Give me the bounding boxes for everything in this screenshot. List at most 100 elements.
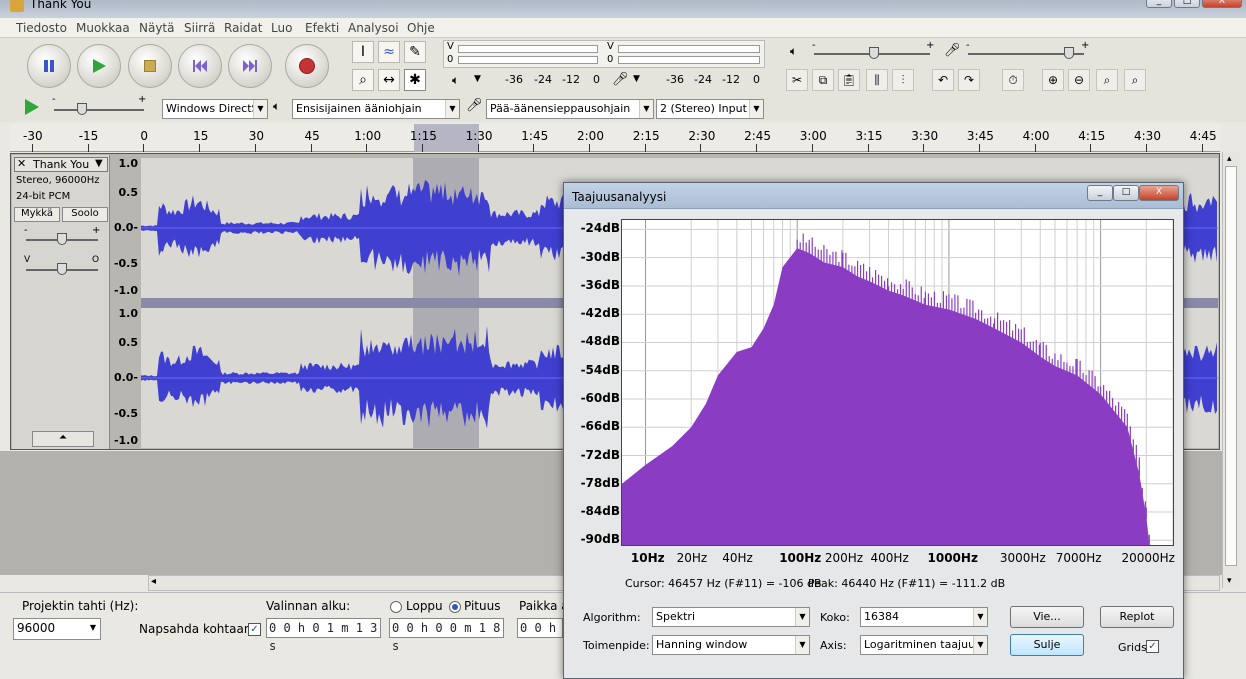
menu-analyze[interactable]: Analysoi bbox=[348, 21, 399, 35]
ruler-tick bbox=[1034, 144, 1036, 152]
length-radio[interactable] bbox=[449, 601, 461, 613]
end-radio[interactable] bbox=[390, 601, 402, 613]
mute-button[interactable]: Mykkä bbox=[14, 207, 60, 222]
zoom-in-button[interactable]: ⊕ bbox=[1042, 69, 1064, 91]
selection-tool[interactable]: I bbox=[352, 41, 374, 63]
input-volume-thumb[interactable] bbox=[1064, 47, 1074, 59]
algorithm-label: Algorithm: bbox=[583, 611, 641, 624]
speed-slider-thumb[interactable] bbox=[77, 103, 87, 115]
solo-button[interactable]: Soolo bbox=[62, 207, 108, 222]
envelope-tool[interactable]: ≈ bbox=[378, 41, 400, 63]
pan-slider-thumb[interactable] bbox=[57, 263, 67, 275]
audio-host-select[interactable]: Windows DirectSc ▼ bbox=[162, 99, 268, 119]
menu-view[interactable]: Näytä bbox=[139, 21, 175, 35]
sync-lock-button[interactable]: ⏱ bbox=[1002, 69, 1024, 91]
selection-start-time[interactable]: 0 0 h 0 1 m 1 3 s bbox=[266, 618, 381, 653]
menu-help[interactable]: Ohje bbox=[407, 21, 435, 35]
draw-tool[interactable]: ✎ bbox=[404, 41, 426, 63]
silence-button[interactable]: ⫶ bbox=[892, 69, 914, 91]
close-dialog-button[interactable]: Sulje bbox=[1010, 634, 1084, 656]
pause-button[interactable] bbox=[27, 44, 71, 88]
function-select[interactable]: Hanning window ▼ bbox=[652, 635, 810, 655]
timeshift-tool[interactable]: ↔ bbox=[378, 69, 400, 91]
fit-selection-icon: ⌕ bbox=[1103, 72, 1111, 87]
play-button[interactable] bbox=[77, 44, 121, 88]
vertical-scroll-thumb[interactable] bbox=[1225, 166, 1237, 566]
vertical-scrollbar[interactable]: ▴ ▾ bbox=[1222, 152, 1240, 588]
trim-button[interactable]: ⫼ bbox=[866, 69, 888, 91]
undo-button[interactable]: ↶ bbox=[932, 69, 954, 91]
output-volume-thumb[interactable] bbox=[869, 47, 879, 59]
maximize-button[interactable]: □ bbox=[1174, 0, 1200, 8]
minimize-button[interactable]: _ bbox=[1146, 0, 1172, 8]
track-close-button[interactable]: ✕ bbox=[17, 157, 26, 170]
multi-tool[interactable]: ✱ bbox=[404, 69, 426, 91]
fit-selection-button[interactable]: ⌕ bbox=[1096, 69, 1118, 91]
meter-menu-arrow[interactable]: ▼ bbox=[474, 74, 481, 84]
mic-icon[interactable]: 🎤︎ bbox=[612, 72, 629, 87]
x-tick-label: 10Hz bbox=[630, 551, 665, 565]
speed-slider-track[interactable] bbox=[54, 109, 144, 111]
play-at-speed-button[interactable] bbox=[24, 98, 40, 119]
scroll-down-arrow[interactable]: ▾ bbox=[1227, 576, 1232, 586]
speaker-icon[interactable]: 🔈︎ bbox=[452, 73, 459, 88]
paste-button[interactable]: 📋︎ bbox=[838, 69, 860, 91]
zoom-out-button[interactable]: ⊖ bbox=[1068, 69, 1090, 91]
stop-button[interactable] bbox=[128, 44, 172, 88]
meter-scale-0: 0 bbox=[593, 73, 600, 86]
spectrum-plot[interactable] bbox=[621, 219, 1174, 546]
scroll-left-arrow[interactable]: ◂ bbox=[151, 576, 156, 587]
collapse-arrow-icon: ⏶ bbox=[59, 432, 67, 443]
input-device-select[interactable]: Pää-äänensieppausohjain ▼ bbox=[486, 99, 654, 119]
audio-position-time[interactable]: 0 0 h bbox=[517, 618, 563, 638]
rec-meter-menu-arrow[interactable]: ▼ bbox=[633, 74, 640, 84]
scale-label: 0.5 bbox=[118, 336, 139, 349]
selection-length-time[interactable]: 0 0 h 0 0 m 1 8 s bbox=[389, 618, 504, 653]
menu-file[interactable]: Tiedosto bbox=[16, 21, 67, 35]
record-button[interactable] bbox=[285, 44, 329, 88]
timeline-ruler[interactable]: -30 -15 0 15 30 45 1:00 1:15 1:30 1:45 2:00 2:15 2:3… bbox=[10, 124, 1220, 152]
dialog-close-button[interactable]: X bbox=[1139, 185, 1179, 201]
output-device-select[interactable]: Ensisijainen ääniohjain ▼ bbox=[292, 99, 460, 119]
length-label: Pituus bbox=[464, 599, 501, 613]
menu-tracks[interactable]: Raidat bbox=[224, 21, 262, 35]
input-channels-select[interactable]: 2 (Stereo) Input C ▼ bbox=[656, 99, 764, 119]
dialog-minimize-button[interactable]: _ bbox=[1087, 185, 1113, 201]
track-format-bits: 24-bit PCM bbox=[16, 191, 71, 202]
zoom-tool[interactable]: ⌕ bbox=[352, 69, 374, 91]
ruler-tick bbox=[533, 144, 535, 152]
gain-slider-thumb[interactable] bbox=[57, 233, 67, 245]
axis-select[interactable]: Logaritminen taajuus ▼ bbox=[860, 635, 988, 655]
menu-effect[interactable]: Efekti bbox=[305, 21, 339, 35]
replot-button[interactable]: Replot bbox=[1100, 606, 1174, 628]
close-button[interactable]: X bbox=[1202, 0, 1242, 8]
ruler-tick-label: 3:30 bbox=[911, 129, 939, 143]
copy-button[interactable]: ⧉ bbox=[812, 69, 834, 91]
track-menu-arrow[interactable]: ▼ bbox=[95, 158, 103, 169]
track-name[interactable]: Thank You bbox=[33, 158, 89, 171]
algorithm-select[interactable]: Spektri ▼ bbox=[652, 607, 810, 627]
pause-icon bbox=[44, 60, 54, 72]
menu-transport[interactable]: Siirrä bbox=[184, 21, 215, 35]
ruler-tick bbox=[1090, 144, 1092, 152]
dialog-maximize-button[interactable]: □ bbox=[1113, 185, 1139, 201]
scissors-icon: ✂ bbox=[791, 73, 803, 87]
y-tick-label: -42dB bbox=[580, 306, 620, 321]
paste-icon: 📋︎ bbox=[841, 73, 857, 87]
scroll-up-arrow[interactable]: ▴ bbox=[1227, 154, 1232, 164]
skip-start-button[interactable] bbox=[178, 44, 222, 88]
export-button[interactable]: Vie... bbox=[1010, 606, 1084, 628]
menu-edit[interactable]: Muokkaa bbox=[76, 21, 130, 35]
cut-button[interactable]: ✂ bbox=[786, 69, 808, 91]
size-select[interactable]: 16384 ▼ bbox=[860, 607, 988, 627]
fit-project-button[interactable]: ⌕ bbox=[1124, 69, 1146, 91]
menu-generate[interactable]: Luo bbox=[271, 21, 292, 35]
collapse-track-button[interactable]: ⏶ bbox=[32, 431, 94, 447]
project-rate-select[interactable]: 96000 ▼ bbox=[13, 618, 101, 640]
grids-checkbox[interactable]: ✓ bbox=[1146, 640, 1159, 653]
redo-button[interactable]: ↷ bbox=[958, 69, 980, 91]
ruler-tick bbox=[811, 144, 813, 152]
skip-end-button[interactable] bbox=[228, 44, 272, 88]
meter-panel[interactable]: V 0 V 0 bbox=[443, 40, 765, 68]
snap-to-checkbox[interactable]: ✓ bbox=[248, 623, 261, 636]
